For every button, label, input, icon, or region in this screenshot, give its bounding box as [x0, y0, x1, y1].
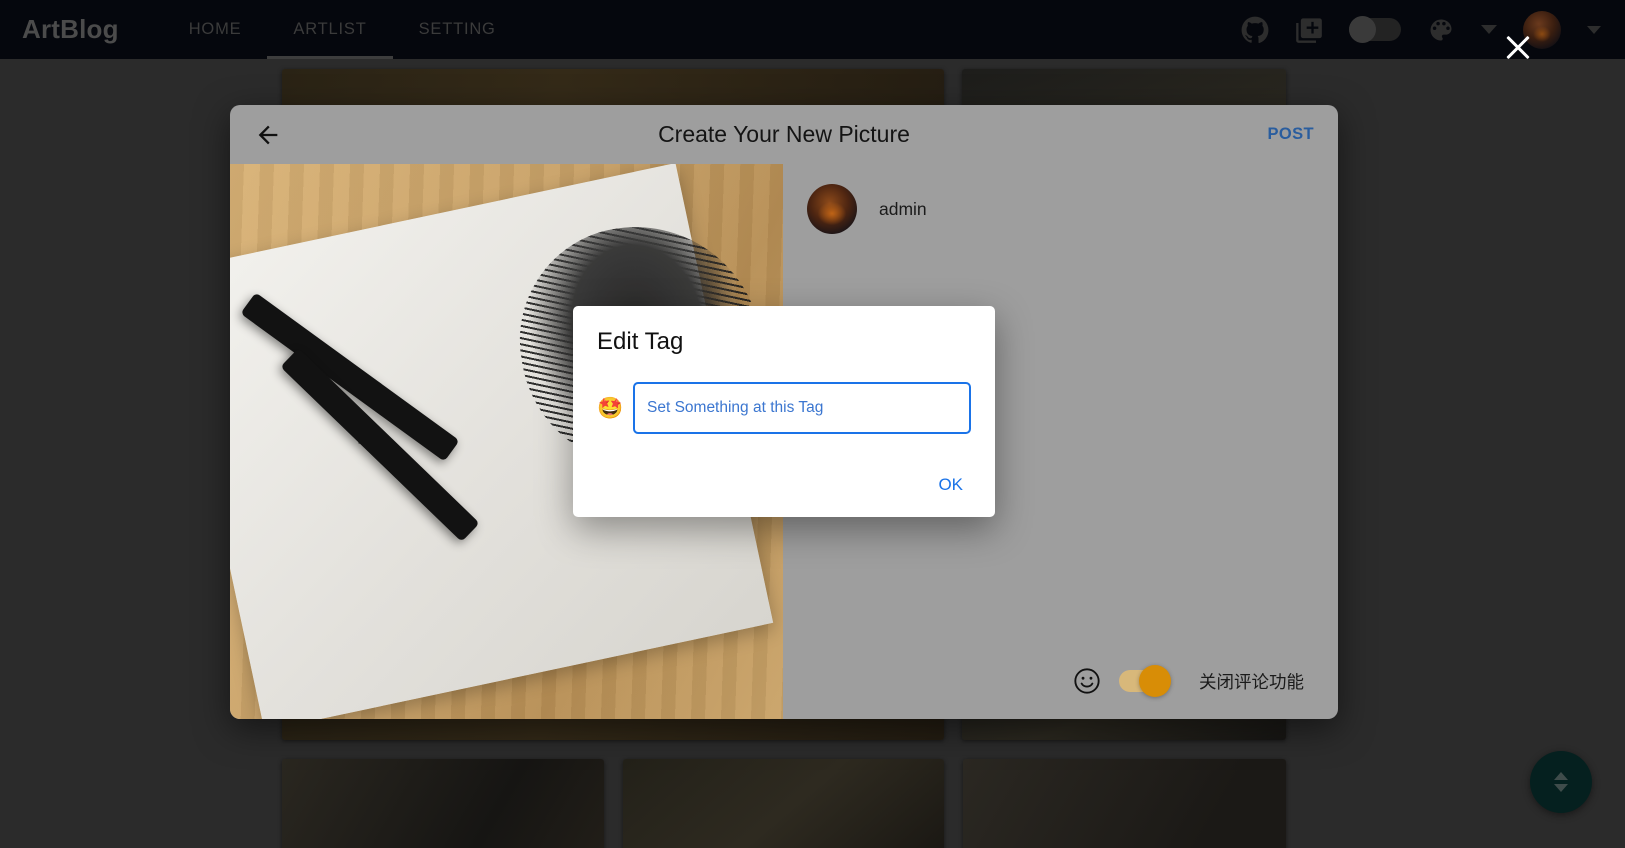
app-root: ArtBlog HOME ARTLIST SETTING Create Your…: [0, 0, 1625, 848]
tag-field-row: 🤩: [597, 382, 971, 434]
modal-title: Edit Tag: [597, 328, 684, 355]
edit-tag-modal: Edit Tag 🤩 OK: [573, 306, 995, 517]
modal-actions: OK: [930, 469, 971, 501]
tag-input[interactable]: [633, 382, 971, 434]
star-struck-emoji-icon: 🤩: [597, 396, 624, 420]
close-overlay-icon[interactable]: [1501, 30, 1535, 64]
ok-button[interactable]: OK: [930, 469, 971, 501]
